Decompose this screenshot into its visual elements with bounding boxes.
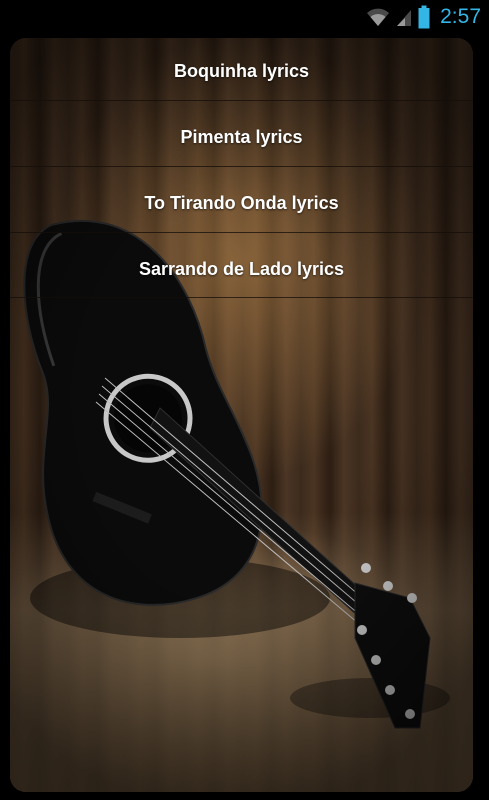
list-item-label: Pimenta lyrics <box>180 126 303 147</box>
list-item-to-tirando-onda[interactable]: To Tirando Onda lyrics <box>10 170 473 236</box>
list-divider <box>10 232 473 233</box>
list-item-label: To Tirando Onda lyrics <box>144 192 339 213</box>
wifi-icon <box>367 8 390 26</box>
list-item-label: Boquinha lyrics <box>173 60 310 81</box>
app-screen: 2:57 Boquinha lyrics Pimenta lyrics To T… <box>0 0 489 800</box>
list-item-sarrando-de-lado[interactable]: Sarrando de Lado lyrics <box>10 236 473 302</box>
list-item-label: Sarrando de Lado lyrics <box>138 258 345 279</box>
signal-icon <box>397 9 412 26</box>
list-divider <box>10 100 473 101</box>
status-bar: 2:57 <box>0 0 489 33</box>
list-divider <box>10 297 473 298</box>
content-panel: Boquinha lyrics Pimenta lyrics To Tirand… <box>10 38 473 792</box>
status-icons: 2:57 <box>366 4 481 29</box>
battery-icon <box>418 5 430 28</box>
status-time: 2:57 <box>440 5 481 28</box>
lyrics-list: Boquinha lyrics Pimenta lyrics To Tirand… <box>10 38 473 302</box>
list-divider <box>10 166 473 167</box>
list-item-boquinha[interactable]: Boquinha lyrics <box>10 38 473 104</box>
list-item-pimenta[interactable]: Pimenta lyrics <box>10 104 473 170</box>
